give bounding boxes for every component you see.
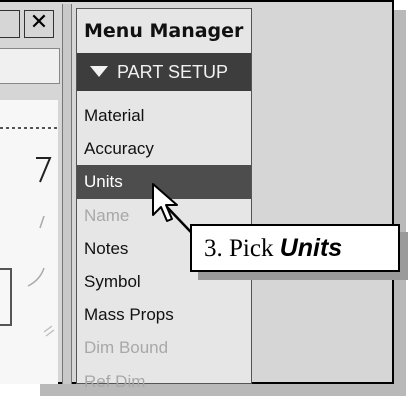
instruction-callout: 3. Pick Units — [190, 224, 400, 272]
callout-emphasis: Units — [279, 234, 343, 262]
mouse-pointer-icon — [152, 183, 178, 222]
callout-prefix: 3. Pick — [204, 235, 280, 262]
callout-leader — [165, 205, 209, 251]
